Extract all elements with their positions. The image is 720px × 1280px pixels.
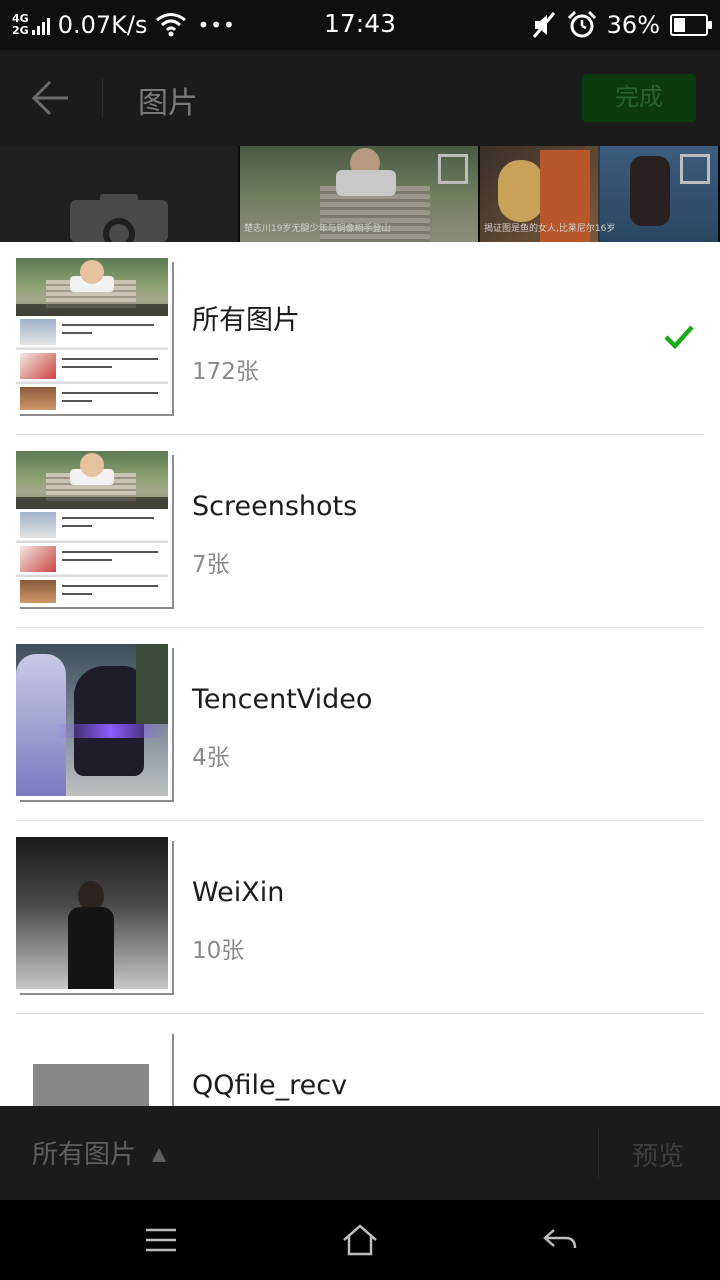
done-button[interactable]: 完成: [582, 74, 696, 122]
album-cover: [16, 837, 174, 995]
album-list: 所有图片 172张 Screenshots 7张 TencentVideo 4张…: [0, 242, 720, 1106]
album-cover: [16, 644, 174, 802]
photo-grid: 楚志川19岁无腿少年与铜像相手登山 揭证图是鱼的女人,比莱尼尔16岁: [0, 146, 720, 242]
grid-photo-caption: 楚志川19岁无腿少年与铜像相手登山: [244, 224, 391, 234]
album-name: QQfile_recv: [192, 1070, 348, 1101]
menu-icon[interactable]: [144, 1224, 178, 1256]
grid-photo[interactable]: 楚志川19岁无腿少年与铜像相手登山: [240, 146, 478, 242]
status-right: 36%: [531, 8, 712, 42]
camera-cell[interactable]: [0, 146, 238, 242]
album-cover: [16, 451, 174, 609]
back-arrow-icon[interactable]: [28, 78, 72, 118]
bottom-divider: [598, 1128, 599, 1178]
title-divider: [102, 78, 103, 118]
battery-icon: [670, 14, 712, 36]
album-item[interactable]: QQfile_recv: [0, 1014, 720, 1106]
album-count: 172张: [192, 359, 259, 385]
album-name: 所有图片: [192, 305, 300, 336]
mute-icon: [532, 12, 555, 38]
selected-check-icon: [664, 325, 694, 350]
back-nav-icon[interactable]: [542, 1224, 578, 1256]
dropdown-triangle-icon: [152, 1148, 166, 1162]
album-item[interactable]: Screenshots 7张: [0, 435, 720, 628]
title-bar: 图片 完成: [0, 50, 720, 146]
album-cover: [16, 1030, 174, 1106]
battery-percentage: 36%: [606, 11, 660, 39]
grid-photo-checkbox[interactable]: [438, 154, 468, 184]
album-item[interactable]: WeiXin 10张: [0, 821, 720, 1014]
album-item[interactable]: TencentVideo 4张: [0, 628, 720, 821]
page-title: 图片: [138, 86, 198, 121]
album-name: TencentVideo: [192, 684, 373, 715]
album-count: 7张: [192, 552, 230, 578]
status-bar: 4G 2G 0.07K/s ••• 17:43 36%: [0, 0, 720, 50]
album-cover: [16, 258, 174, 416]
home-icon[interactable]: [342, 1224, 378, 1256]
album-switch-button[interactable]: 所有图片: [32, 1134, 136, 1171]
camera-icon: [70, 194, 168, 242]
bottom-bar: 所有图片 预览: [0, 1106, 720, 1200]
album-name: WeiXin: [192, 877, 285, 908]
grid-photo-checkbox[interactable]: [680, 154, 710, 184]
grid-photo-caption: 揭证图是鱼的女人,比莱尼尔16岁: [484, 224, 616, 234]
preview-button[interactable]: 预览: [632, 1136, 684, 1173]
alarm-icon: [567, 10, 596, 38]
grid-photo[interactable]: 揭证图是鱼的女人,比莱尼尔16岁: [480, 146, 718, 242]
album-name: Screenshots: [192, 491, 358, 522]
album-count: 10张: [192, 938, 245, 964]
album-count: 4张: [192, 745, 230, 771]
album-item[interactable]: 所有图片 172张: [0, 242, 720, 435]
navigation-bar: [0, 1200, 720, 1280]
